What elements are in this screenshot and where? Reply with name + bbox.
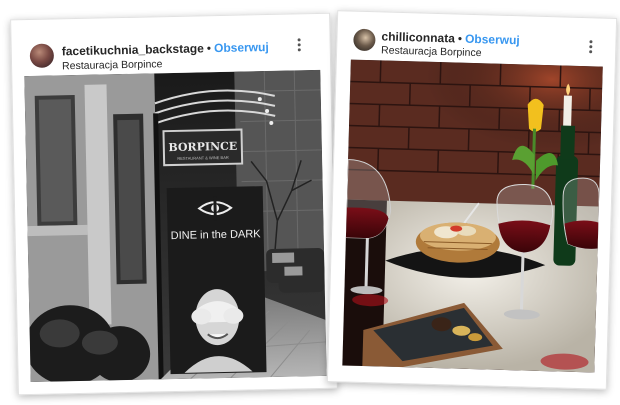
- follow-button[interactable]: Obserwuj: [465, 32, 520, 48]
- post-header: facetikuchnia_backstage • Obserwuj Restaur…: [11, 14, 330, 73]
- username-link[interactable]: chilliconnata: [381, 29, 455, 45]
- username-line: facetikuchnia_backstage • Obserwuj: [62, 40, 269, 58]
- username-link[interactable]: facetikuchnia_backstage: [62, 41, 204, 58]
- separator-dot: •: [457, 31, 463, 46]
- sign-subtext: RESTAURANT & WINE BAR: [177, 155, 229, 161]
- separator-dot: •: [206, 41, 212, 56]
- banner-text: DINE in the DARK: [171, 228, 262, 242]
- location-link[interactable]: Restauracja Borpince: [62, 58, 163, 72]
- more-options-icon[interactable]: [297, 38, 302, 53]
- more-options-icon[interactable]: [589, 40, 593, 55]
- instagram-post-right: chilliconnata • Obserwuj Restauracja Borpi…: [326, 10, 618, 390]
- wine-glass-far-right: [562, 177, 600, 250]
- instagram-post-left: facetikuchnia_backstage • Obserwuj Restaur…: [10, 12, 338, 396]
- avatar[interactable]: [29, 43, 55, 68]
- post-photo: [342, 59, 603, 373]
- avatar[interactable]: [353, 28, 376, 52]
- sign-text: BORPINCE: [168, 140, 237, 154]
- post-photo: BORPINCE RESTAURANT & WINE BAR DINE in t…: [24, 69, 327, 383]
- location-link[interactable]: Restauracja Borpince: [381, 44, 482, 59]
- follow-button[interactable]: Obserwuj: [214, 40, 269, 55]
